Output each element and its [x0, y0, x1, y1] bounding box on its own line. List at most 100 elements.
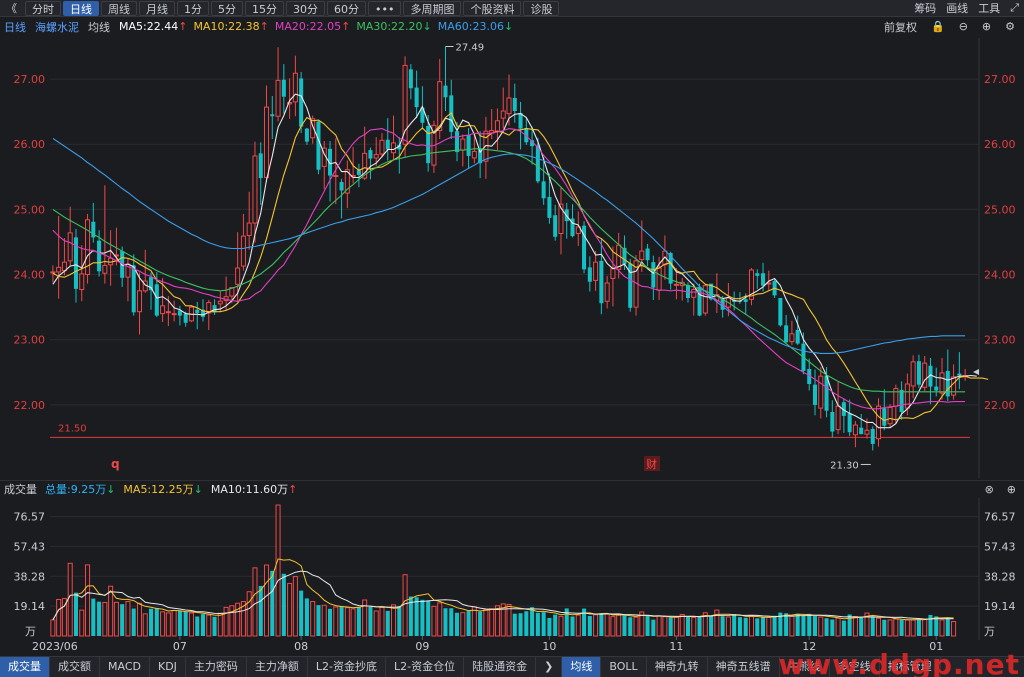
candle-body — [599, 260, 604, 304]
volume-bar — [841, 620, 846, 636]
candle-body — [426, 126, 431, 164]
volume-bar — [893, 618, 899, 637]
candle-body — [639, 250, 645, 261]
volume-bar — [558, 615, 564, 637]
volume-bar — [73, 592, 79, 636]
volume-bar — [616, 614, 622, 637]
candle-body — [697, 286, 702, 316]
event-marker-cai[interactable]: 财 — [646, 457, 657, 471]
volume-bar — [379, 606, 385, 637]
candle-body — [102, 264, 108, 274]
candle-body — [651, 262, 656, 288]
candle-body — [368, 150, 373, 159]
candle-body — [506, 97, 512, 115]
y-tick-label-right: 25.00 — [984, 203, 1016, 216]
candle-body — [795, 329, 800, 344]
candle-body — [373, 154, 379, 159]
candle-body — [870, 428, 875, 444]
candle-body — [778, 298, 783, 326]
x-tick-label: 11 — [669, 640, 683, 653]
volume-bar — [402, 574, 408, 637]
candle-body — [466, 135, 471, 156]
candle-body — [316, 121, 321, 170]
candle-body — [385, 139, 390, 150]
volume-bar — [258, 585, 263, 636]
volume-bar — [223, 606, 229, 637]
volume-tick-label-right: 38.28 — [984, 570, 1016, 583]
candle-body — [79, 273, 85, 291]
candle-body — [512, 97, 517, 112]
x-start-label: 2023/06 — [32, 640, 78, 653]
candle-body — [240, 235, 246, 267]
volume-bar — [673, 616, 679, 637]
volume-bar — [807, 613, 812, 636]
x-tick-label: 10 — [542, 640, 556, 653]
ma-line-ma20 — [52, 128, 966, 410]
volume-bar — [553, 614, 558, 636]
volume-bar — [691, 616, 697, 637]
volume-tick-label-right: 76.57 — [984, 511, 1016, 524]
candle-body — [656, 267, 662, 291]
volume-bar — [333, 606, 339, 637]
volume-bar — [466, 611, 471, 636]
candle-body — [154, 284, 159, 316]
ma-line-ma30 — [52, 148, 966, 393]
candle-body — [518, 112, 523, 129]
volume-bar — [125, 601, 131, 637]
volume-bar — [455, 612, 460, 636]
candle-body — [957, 373, 962, 376]
volume-bar — [471, 606, 477, 637]
volume-bar — [812, 616, 818, 636]
candle-body — [587, 267, 592, 282]
volume-bar — [610, 616, 616, 637]
candle-body — [882, 408, 887, 426]
support-line-label: 21.50 — [58, 423, 87, 434]
volume-bar — [426, 600, 431, 636]
candle-body — [893, 388, 899, 407]
candle-body — [945, 370, 950, 397]
volume-bar — [391, 604, 397, 637]
current-price-pointer — [973, 369, 979, 375]
event-marker-q[interactable]: q — [111, 457, 120, 471]
volume-bar — [136, 602, 143, 637]
volume-bar — [339, 606, 344, 636]
volume-bar — [535, 612, 540, 636]
candle-body — [460, 138, 466, 151]
volume-tick-label-left: 19.14 — [14, 600, 46, 613]
kline-chart[interactable]: 27.00 27.00 26.00 26.00 25.00 25.00 24.00 24.00… — [0, 0, 1024, 677]
candle-body — [165, 311, 171, 314]
volume-bar — [662, 616, 668, 637]
candle-body — [541, 181, 546, 199]
volume-bar — [852, 616, 858, 637]
volume-bar — [737, 617, 742, 636]
volume-bar — [414, 597, 419, 636]
volume-bar — [599, 613, 604, 636]
candle-body — [408, 69, 413, 89]
candle-body — [246, 222, 252, 236]
volume-bar — [494, 605, 500, 637]
candle-body — [356, 170, 361, 175]
candle-body — [50, 271, 56, 274]
volume-bar — [460, 612, 466, 637]
volume-bar — [916, 619, 921, 636]
candle-body — [835, 405, 841, 431]
candle-body — [910, 361, 916, 387]
volume-tick-label-left: 76.57 — [14, 511, 46, 524]
volume-bar — [165, 612, 171, 637]
candle-body — [604, 282, 610, 302]
volume-bar — [651, 619, 656, 636]
candle-body — [275, 79, 281, 117]
volume-bar — [789, 615, 795, 637]
volume-bar — [720, 616, 725, 636]
volume-bar — [212, 616, 217, 636]
candle-body — [67, 232, 73, 262]
volume-bar — [91, 598, 96, 636]
volume-bar — [732, 614, 737, 636]
candle-body — [160, 305, 166, 315]
volume-bar — [85, 564, 91, 637]
volume-bar — [67, 562, 73, 637]
volume-bar — [593, 614, 599, 637]
volume-bar — [229, 605, 235, 637]
volume-bar — [154, 607, 159, 636]
volume-bar — [113, 601, 119, 637]
